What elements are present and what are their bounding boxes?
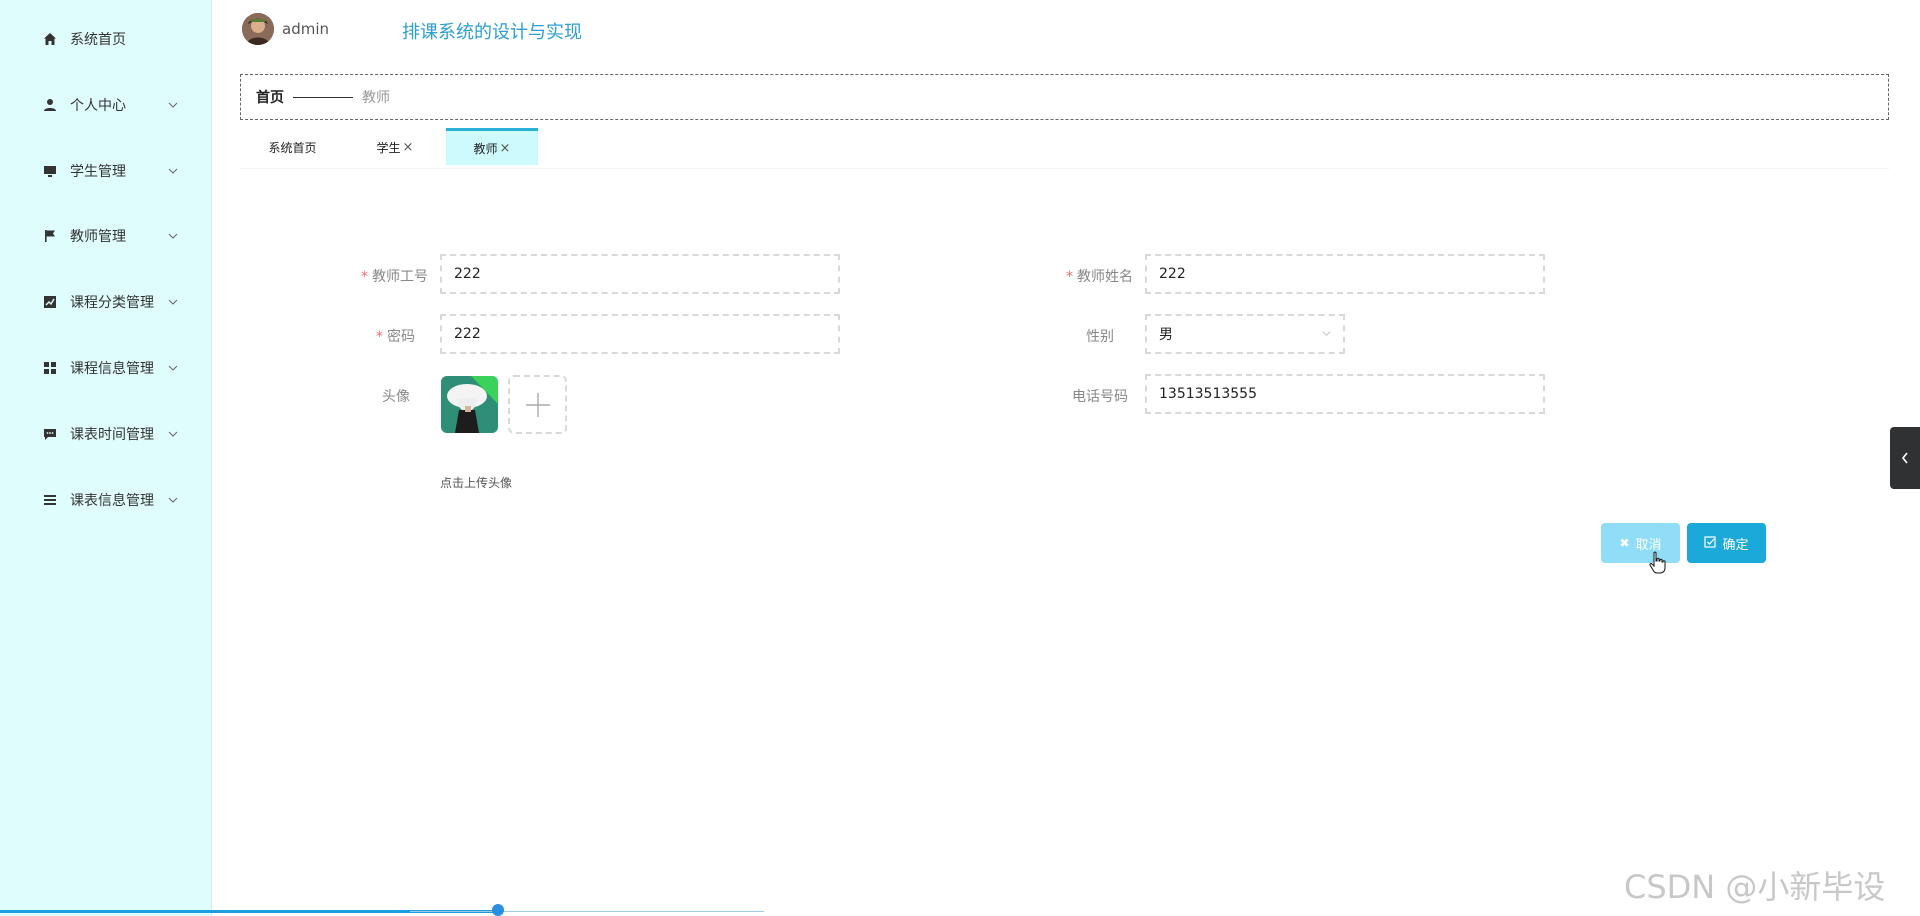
tab-label: 系统首页 <box>268 140 317 155</box>
chat-icon <box>42 426 58 442</box>
password-input[interactable]: 222 <box>440 314 840 354</box>
grid-icon <box>42 360 58 376</box>
phone-value: 13513513555 <box>1159 386 1257 402</box>
teacher-name-value: 222 <box>1159 266 1186 282</box>
tab-home[interactable]: 系统首页 <box>240 131 345 163</box>
sidebar-item-timetable-time[interactable]: 课表时间管理 <box>0 414 212 454</box>
breadcrumb-current: 教师 <box>362 90 390 106</box>
avatar-preview[interactable] <box>441 376 498 433</box>
phone-input[interactable]: 13513513555 <box>1145 374 1545 414</box>
scrollbar-thumb[interactable] <box>492 904 504 916</box>
sidebar-item-label: 课表信息管理 <box>70 493 154 509</box>
user-icon <box>42 97 58 113</box>
cancel-button[interactable]: ✖ 取消 <box>1601 523 1680 563</box>
sidebar-item-label: 课程分类管理 <box>70 295 154 311</box>
breadcrumb: 首页 教师 <box>240 74 1889 120</box>
cancel-button-label: 取消 <box>1635 537 1662 553</box>
password-value: 222 <box>454 326 481 342</box>
list-icon <box>42 492 58 508</box>
sidebar-item-label: 课程信息管理 <box>70 361 154 377</box>
close-icon[interactable]: × <box>403 140 414 155</box>
teacher-id-value: 222 <box>454 266 481 282</box>
sidebar-item-course-info[interactable]: 课程信息管理 <box>0 348 212 388</box>
avatar-label-text: 头像 <box>382 389 410 405</box>
sidebar-item-teacher-management[interactable]: 教师管理 <box>0 216 212 256</box>
chevron-down-icon <box>168 168 178 174</box>
sidebar-item-label: 学生管理 <box>70 164 126 180</box>
sidebar-item-course-category[interactable]: 课程分类管理 <box>0 282 212 322</box>
teacher-name-label: * 教师姓名 <box>1013 266 1133 286</box>
sidebar-item-personal-center[interactable]: 个人中心 <box>0 85 212 125</box>
chevron-down-icon <box>168 365 178 371</box>
avatar-label: 头像 <box>290 386 410 406</box>
chevron-left-icon <box>1901 452 1908 464</box>
gender-value: 男 <box>1159 327 1173 343</box>
confirm-button[interactable]: 确定 <box>1687 523 1766 563</box>
sidebar-item-student-management[interactable]: 学生管理 <box>0 151 212 191</box>
tab-teacher[interactable]: 教师 × <box>446 128 538 165</box>
password-label-text: 密码 <box>387 329 415 345</box>
chart-icon <box>42 294 58 310</box>
watermark: CSDN @小新毕设 <box>1624 868 1886 906</box>
sidebar-item-home[interactable]: 系统首页 <box>0 19 212 59</box>
sidebar-item-timetable-info[interactable]: 课表信息管理 <box>0 480 212 520</box>
required-mark: * <box>361 269 368 285</box>
gender-select[interactable]: 男 <box>1145 314 1345 354</box>
chevron-down-icon <box>1322 331 1331 336</box>
avatar-upload-button[interactable] <box>508 375 567 434</box>
tab-bar: 系统首页 学生 × 教师 × <box>240 128 1889 169</box>
breadcrumb-separator <box>293 97 353 98</box>
settings-drawer-toggle[interactable] <box>1890 427 1920 489</box>
breadcrumb-home[interactable]: 首页 <box>256 87 284 107</box>
tab-label: 教师 <box>473 141 498 156</box>
page-title: 排课系统的设计与实现 <box>402 22 582 43</box>
check-square-icon <box>1704 535 1717 551</box>
avatar[interactable] <box>242 13 274 45</box>
phone-label: 电话号码 <box>1008 386 1128 406</box>
chevron-down-icon <box>168 102 178 108</box>
teacher-id-label: * 教师工号 <box>308 266 428 286</box>
tab-student[interactable]: 学生 × <box>350 131 440 163</box>
required-mark: * <box>1066 269 1073 285</box>
required-mark: * <box>376 329 383 345</box>
teacher-name-label-text: 教师姓名 <box>1077 269 1133 285</box>
close-icon: ✖ <box>1619 536 1630 550</box>
chevron-down-icon <box>168 233 178 239</box>
tab-label: 学生 <box>376 140 401 155</box>
home-icon <box>42 31 58 47</box>
phone-label-text: 电话号码 <box>1072 389 1128 405</box>
monitor-icon <box>42 163 58 179</box>
password-label: * 密码 <box>295 326 415 346</box>
sidebar-item-label: 教师管理 <box>70 229 126 245</box>
scrollbar-track <box>410 911 764 912</box>
sidebar-item-label: 课表时间管理 <box>70 427 154 443</box>
chevron-down-icon <box>168 299 178 305</box>
close-icon[interactable]: × <box>500 141 511 156</box>
teacher-id-input[interactable]: 222 <box>440 254 840 294</box>
hand-cursor-icon <box>1649 551 1666 574</box>
plus-icon <box>525 392 550 417</box>
avatar-upload-hint: 点击上传头像 <box>440 476 513 490</box>
username: admin <box>282 20 329 38</box>
teacher-id-label-text: 教师工号 <box>372 269 428 285</box>
chevron-down-icon <box>168 497 178 503</box>
gender-label: 性别 <box>994 326 1114 346</box>
confirm-button-label: 确定 <box>1722 537 1749 553</box>
teacher-name-input[interactable]: 222 <box>1145 254 1545 294</box>
chevron-down-icon <box>168 431 178 437</box>
flag-icon <box>42 228 58 244</box>
sidebar-item-label: 系统首页 <box>70 32 126 48</box>
sidebar: 系统首页 个人中心 学生管理 教师管理 课程分类管理 课程信息管理 课表时间管理… <box>0 0 212 916</box>
gender-label-text: 性别 <box>1086 329 1114 345</box>
sidebar-item-label: 个人中心 <box>70 98 126 114</box>
